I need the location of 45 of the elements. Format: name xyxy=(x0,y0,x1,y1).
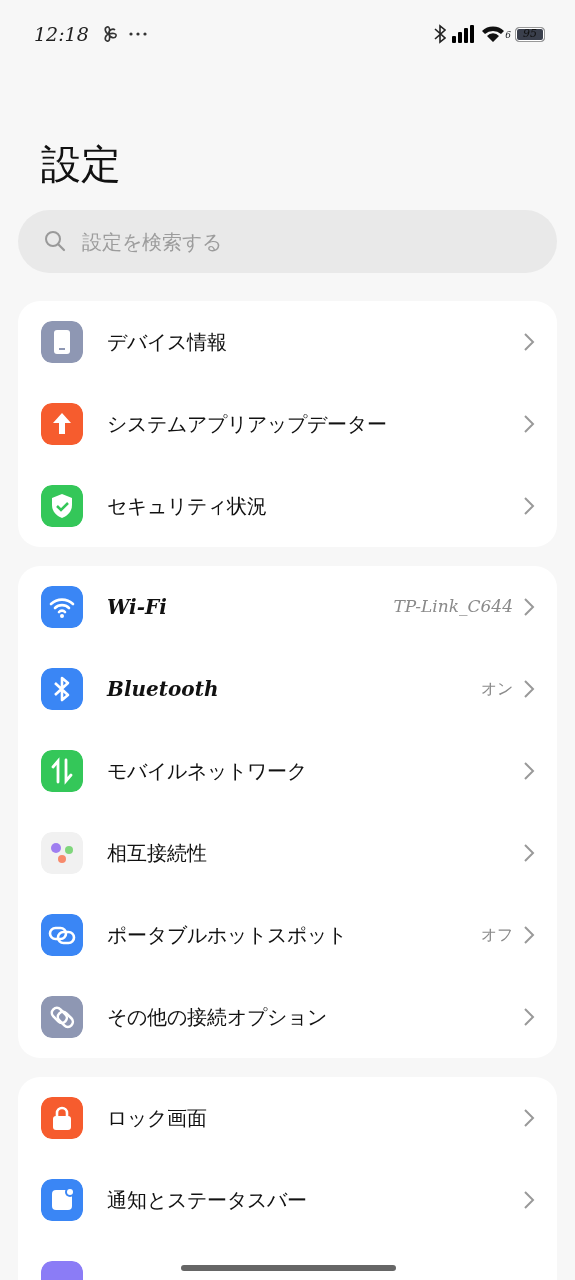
arrows-icon xyxy=(41,750,83,792)
settings-item[interactable]: システムアプリアップデーター xyxy=(18,383,557,465)
battery-icon: 95 xyxy=(515,26,545,42)
link-icon xyxy=(41,914,83,956)
wifi-icon xyxy=(41,586,83,628)
settings-item[interactable]: ロック画面 xyxy=(18,1077,557,1159)
setting-value: オン xyxy=(481,678,513,700)
notification-icon xyxy=(41,1179,83,1221)
chevron-icon xyxy=(523,1007,535,1027)
chevron-icon xyxy=(523,1108,535,1128)
setting-value: オフ xyxy=(481,924,513,946)
chevron-icon xyxy=(523,843,535,863)
chevron-icon xyxy=(523,496,535,516)
settings-item[interactable]: 通知とステータスバー xyxy=(18,1159,557,1241)
chevron-icon xyxy=(523,679,535,699)
chevron-icon xyxy=(523,597,535,617)
settings-item[interactable]: ポータブルホットスポット オフ xyxy=(18,894,557,976)
bluetooth-icon xyxy=(434,24,447,44)
chevron-icon xyxy=(523,1190,535,1210)
chevron-icon xyxy=(523,761,535,781)
settings-item[interactable]: デバイス情報 xyxy=(18,301,557,383)
wifi-icon xyxy=(481,25,506,43)
setting-value: TP-Link_C644 xyxy=(393,595,513,619)
settings-item[interactable]: Bluetooth オン xyxy=(18,648,557,730)
more-icon xyxy=(128,32,147,36)
chevron-icon xyxy=(523,925,535,945)
settings-item[interactable]: Wi-Fi TP-Link_C644 xyxy=(18,566,557,648)
chevron-icon xyxy=(523,414,535,434)
device-icon xyxy=(41,321,83,363)
search-field[interactable]: 設定を検索する xyxy=(18,210,557,273)
dots-icon xyxy=(41,832,83,874)
link-icon xyxy=(41,996,83,1038)
settings-item[interactable]: 相互接続性 xyxy=(18,812,557,894)
page-title: 設定 xyxy=(41,140,122,188)
arrow-up-icon xyxy=(41,403,83,445)
clock-time: 12:18 xyxy=(34,21,89,47)
signal-icon xyxy=(452,25,477,43)
lock-icon xyxy=(41,1097,83,1139)
settings-item[interactable]: セキュリティ状況 xyxy=(18,465,557,547)
chevron-icon xyxy=(523,332,535,352)
wifi-generation-label: 6 xyxy=(505,28,511,42)
shield-icon xyxy=(41,485,83,527)
bluetooth-icon xyxy=(41,668,83,710)
settings-item[interactable]: モバイルネットワーク xyxy=(18,730,557,812)
settings-item[interactable]: その他の接続オプション xyxy=(18,976,557,1058)
